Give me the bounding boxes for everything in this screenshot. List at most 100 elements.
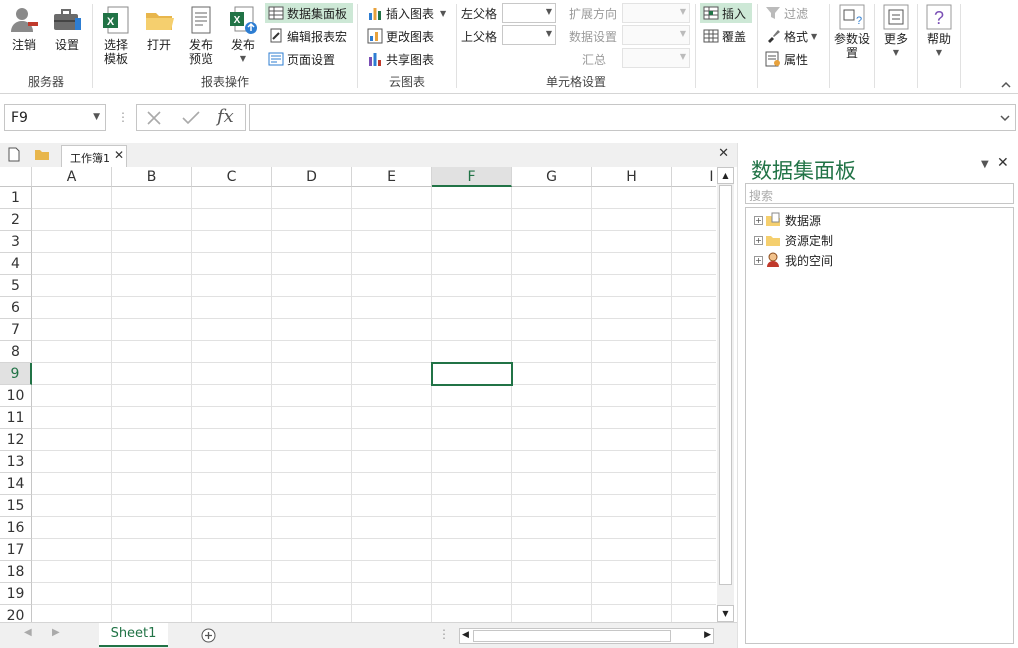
row-header-6[interactable]: 6 [0,297,32,319]
vertical-scrollbar[interactable]: ▲ ▼ [717,167,734,622]
row-header-18[interactable]: 18 [0,561,32,583]
format-dropdown-icon[interactable]: ▼ [811,32,817,41]
left-parent-select[interactable]: ▼ [502,3,556,23]
row-header-13[interactable]: 13 [0,451,32,473]
vertical-scroll-thumb[interactable] [719,185,732,585]
collapse-ribbon-icon[interactable] [1000,80,1012,90]
publish-dropdown-icon[interactable]: ▼ [240,52,246,66]
name-box[interactable]: F9 ▼ [4,104,106,131]
column-header-i[interactable]: I [672,167,716,187]
column-header-c[interactable]: C [192,167,272,187]
more-button[interactable]: 更多 ▼ [880,4,912,60]
help-button[interactable]: ? 帮助 ▼ [923,4,955,60]
page-setup-button[interactable]: 页面设置 [265,49,353,69]
confirm-icon[interactable] [181,110,201,126]
insert-chart-dropdown-icon[interactable]: ▼ [440,9,446,18]
scroll-up-icon[interactable]: ▲ [717,167,734,184]
top-parent-select[interactable]: ▼ [502,25,556,45]
data-setting-select[interactable]: ▼ [622,25,690,45]
horizontal-scroll-thumb[interactable] [473,630,671,642]
tree-node-datasource[interactable]: + 数据源 [754,210,821,230]
user-space-icon [767,252,779,267]
change-chart-button[interactable]: 更改图表 [364,26,454,46]
close-workbook-icon[interactable]: ✕ [718,146,729,161]
add-sheet-icon[interactable] [201,628,216,643]
data-setting-label: 数据设置 [569,30,618,44]
sheet-tab[interactable]: Sheet1 [99,623,168,647]
row-header-1[interactable]: 1 [0,187,32,209]
row-header-20[interactable]: 20 [0,605,32,622]
scroll-right-icon[interactable]: ▶ [704,630,711,640]
row-header-5[interactable]: 5 [0,275,32,297]
spreadsheet-grid[interactable]: A B C D E F G H I 1 2 3 4 5 6 7 8 9 10 11 12 13 14 15 16 17 18 19 20 [0,167,716,622]
selected-cell[interactable] [431,362,513,386]
column-header-a[interactable]: A [32,167,112,187]
next-sheet-icon[interactable]: ▶ [52,627,60,638]
panel-close-icon[interactable]: ✕ [997,155,1009,171]
row-header-3[interactable]: 3 [0,231,32,253]
expand-icon[interactable]: + [754,255,763,265]
function-icon[interactable]: fx [217,106,234,127]
edit-macro-button[interactable]: 编辑报表宏 [265,26,353,46]
row-header-2[interactable]: 2 [0,209,32,231]
row-header-12[interactable]: 12 [0,429,32,451]
format-button[interactable]: 格式 ▼ [762,26,822,46]
workbook-tab[interactable]: 工作簿1 ✕ [61,145,127,167]
row-header-16[interactable]: 16 [0,517,32,539]
row-header-19[interactable]: 19 [0,583,32,605]
row-header-11[interactable]: 11 [0,407,32,429]
insert-chart-button[interactable]: 插入图表 ▼ [364,3,454,23]
grid-row-line [32,274,716,275]
tree-node-myspace[interactable]: + 我的空间 [754,250,833,270]
publish-button[interactable]: X 发布 ▼ [227,4,259,66]
open-folder-icon[interactable] [34,148,50,161]
column-header-h[interactable]: H [592,167,672,187]
row-header-4[interactable]: 4 [0,253,32,275]
panel-search-input[interactable]: 搜索 [745,183,1014,204]
tree-node-resources[interactable]: + 资源定制 [754,230,833,250]
properties-button[interactable]: 属性 [762,49,822,69]
publish-preview-button[interactable]: 发布 预览 [185,4,217,66]
row-header-7[interactable]: 7 [0,319,32,341]
select-template-button[interactable]: X 选择 模板 [100,4,132,66]
row-header-8[interactable]: 8 [0,341,32,363]
horizontal-scrollbar[interactable]: ◀ ▶ [459,628,714,644]
data-panel-button[interactable]: 数据集面板 [265,3,353,23]
open-button[interactable]: 打开 [143,4,175,52]
column-header-g[interactable]: G [512,167,592,187]
select-all-corner[interactable] [0,167,32,187]
help-dropdown-icon[interactable]: ▼ [936,46,942,60]
row-header-14[interactable]: 14 [0,473,32,495]
logout-button[interactable]: 注销 [7,4,41,52]
column-header-f[interactable]: F [432,167,512,187]
row-header-17[interactable]: 17 [0,539,32,561]
expand-icon[interactable]: + [754,235,763,245]
new-file-icon[interactable] [8,147,20,162]
expand-direction-select[interactable]: ▼ [622,3,690,23]
summary-select[interactable]: ▼ [622,48,690,68]
column-header-d[interactable]: D [272,167,352,187]
cancel-icon[interactable] [145,110,163,126]
scroll-down-icon[interactable]: ▼ [717,605,734,622]
row-header-15[interactable]: 15 [0,495,32,517]
scroll-left-icon[interactable]: ◀ [462,630,469,640]
prev-sheet-icon[interactable]: ◀ [24,627,32,638]
change-chart-label: 更改图表 [386,29,435,44]
row-header-10[interactable]: 10 [0,385,32,407]
insert-mode-button[interactable]: 插入 [700,3,752,23]
panel-menu-icon[interactable]: ▼ [981,159,989,170]
overwrite-mode-label: 覆盖 [722,29,747,44]
expand-formula-icon[interactable] [999,113,1011,123]
overwrite-mode-button[interactable]: 覆盖 [700,26,752,46]
column-header-b[interactable]: B [112,167,192,187]
expand-icon[interactable]: + [754,215,763,225]
formula-input[interactable] [249,104,1016,131]
close-tab-icon[interactable]: ✕ [114,148,124,162]
column-header-e[interactable]: E [352,167,432,187]
share-chart-button[interactable]: 共享图表 [364,49,454,69]
filter-button[interactable]: 过滤 [762,3,822,23]
more-dropdown-icon[interactable]: ▼ [893,46,899,60]
row-header-9[interactable]: 9 [0,363,32,385]
param-settings-button[interactable]: ? 参数设 置 [832,4,872,60]
settings-button[interactable]: 设置 [50,4,84,52]
